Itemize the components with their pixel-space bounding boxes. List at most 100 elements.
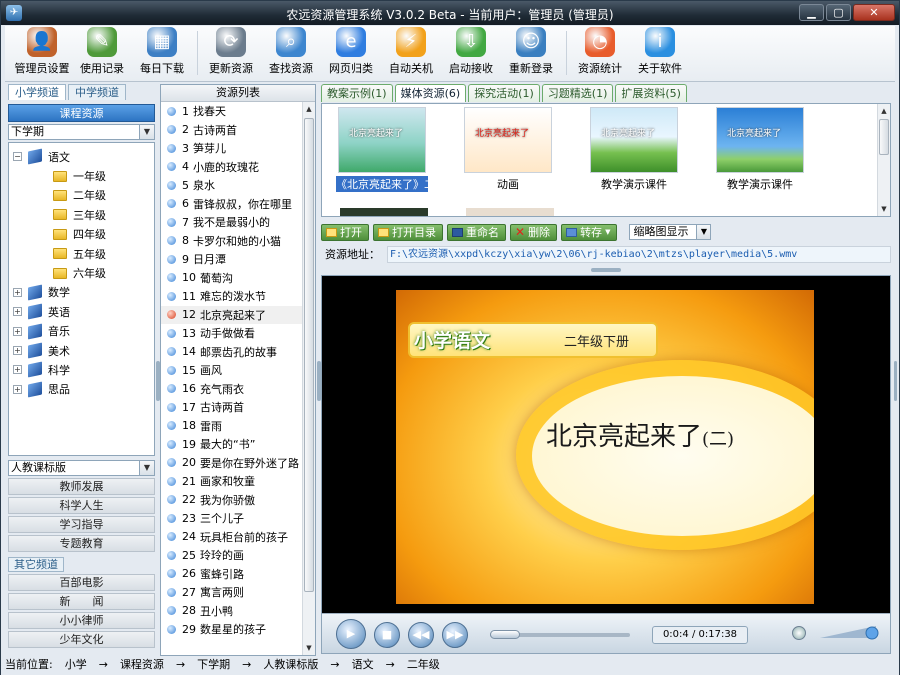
stop-button[interactable]: ■ [374,622,400,648]
toolbar-button-users[interactable]: ☺ 重新登录 [502,26,560,80]
tab-resource-2[interactable]: 探究活动(1) [468,84,540,102]
tree-item[interactable]: 五年级 [9,244,154,263]
thumbnail-item[interactable]: 北京亮起来了 《北京亮起来了》二 [336,107,435,192]
list-item[interactable]: 21 画家和牧童 [161,472,315,491]
thumbnail-image[interactable]: 北京亮起来了 [464,107,552,173]
maximize-button[interactable]: ▢ [826,4,851,21]
toolbar-button-ie-globe[interactable]: e 网页归类 [322,26,380,80]
tab-resource-0[interactable]: 教案示例(1) [321,84,393,102]
speaker-icon[interactable] [792,626,806,640]
next-button[interactable]: ▶▶ [442,622,468,648]
list-item[interactable]: 27 寓言两则 [161,583,315,602]
list-item[interactable]: 22 我为你骄傲 [161,491,315,510]
toolbar-button-info[interactable]: i 关于软件 [631,26,689,80]
expand-toggle-icon[interactable]: − [13,152,22,162]
thumbnail-partial[interactable] [466,208,554,216]
list-item[interactable]: 28 丑小鸭 [161,602,315,621]
toolbar-button-admin-user[interactable]: 👤 管理员设置 [13,26,71,80]
list-item[interactable]: 24 玩具柜台前的孩子 [161,528,315,547]
toolbar-button-magnifier[interactable]: ⌕ 查找资源 [262,26,320,80]
horizontal-splitter[interactable] [591,268,621,272]
tab-resource-1[interactable]: 媒体资源(6) [394,84,467,102]
list-item[interactable]: 15 画风 [161,361,315,380]
list-item[interactable]: 16 充气雨衣 [161,380,315,399]
volume-slider[interactable] [820,624,880,640]
thumbnail-item[interactable]: 北京亮起来了 教学演示课件 [714,107,806,191]
seek-bar[interactable] [490,630,630,639]
breadcrumb-item[interactable]: 课程资源 [120,657,164,675]
thumbnail-image[interactable]: 北京亮起来了 [338,107,426,173]
list-item[interactable]: 3 笋芽儿 [161,139,315,158]
scroll-up-icon[interactable]: ▲ [878,104,890,118]
thumb-scrollbar[interactable]: ▲ ▼ [877,104,890,216]
list-item[interactable]: 20 要是你在野外迷了路 [161,454,315,473]
view-mode-select[interactable]: 缩略图显示 ▼ [629,224,712,240]
close-button[interactable]: ✕ [853,4,895,21]
toolbar-button-notebook-pen[interactable]: ✎ 使用记录 [73,26,131,80]
list-item[interactable]: 12 北京亮起来了 [161,305,315,324]
list-item[interactable]: 14 邮票齿孔的故事 [161,343,315,362]
list-item[interactable]: 9 日月潭 [161,250,315,269]
tree-item[interactable]: + 音乐 [9,322,154,341]
scroll-down-icon[interactable]: ▼ [303,641,315,655]
rename-button[interactable]: 重命名 [447,223,506,241]
thumbnail-item[interactable]: 北京亮起来了 动画 [462,107,554,191]
save-as-button[interactable]: 转存 ▼ [561,223,618,241]
list-item[interactable]: 1 找春天 [161,102,315,121]
tab-resource-3[interactable]: 习题精选(1) [541,84,614,102]
list-item[interactable]: 13 动手做做看 [161,324,315,343]
breadcrumb-item[interactable]: 小学 [65,657,87,675]
tab-middle-channel[interactable]: 中学频道 [68,84,126,100]
breadcrumb-item[interactable]: 下学期 [197,657,230,675]
tree-item[interactable]: − 语文 [9,147,154,166]
right-splitter[interactable] [894,361,897,401]
tree-item[interactable]: 一年级 [9,166,154,185]
list-item[interactable]: 25 玲玲的画 [161,546,315,565]
channel-movies[interactable]: 百部电影 [8,574,155,591]
toolbar-button-receive-arrow[interactable]: ⇩ 启动接收 [442,26,500,80]
semester-select[interactable]: 下学期 ▼ [8,124,155,140]
section-study-guide[interactable]: 学习指导 [8,516,155,533]
list-item[interactable]: 7 我不是最弱小的 [161,213,315,232]
seek-knob[interactable] [490,630,521,639]
course-resources-button[interactable]: 课程资源 [8,104,155,122]
list-item[interactable]: 18 雷雨 [161,417,315,436]
list-item[interactable]: 26 蜜蜂引路 [161,565,315,584]
tree-item[interactable]: 六年级 [9,263,154,282]
tree-item[interactable]: + 思品 [9,380,154,399]
tab-resource-4[interactable]: 扩展资料(5) [615,84,687,102]
expand-toggle-icon[interactable]: + [13,287,22,297]
expand-toggle-icon[interactable]: + [13,326,22,336]
tree-item[interactable]: + 英语 [9,302,154,321]
list-item[interactable]: 11 难忘的泼水节 [161,287,315,306]
tree-item[interactable]: + 数学 [9,283,154,302]
open-folder-button[interactable]: 打开目录 [373,223,443,241]
list-item[interactable]: 29 数星星的孩子 [161,620,315,639]
toolbar-button-update-disk[interactable]: ⟳ 更新资源 [202,26,260,80]
list-item[interactable]: 17 古诗两首 [161,398,315,417]
breadcrumb-item[interactable]: 语文 [352,657,374,675]
address-field[interactable]: F:\农远资源\xxpd\kczy\xia\yw\2\06\rj-kebiao\… [387,245,891,263]
tree-item[interactable]: + 美术 [9,341,154,360]
list-item[interactable]: 23 三个儿子 [161,509,315,528]
edition-select[interactable]: 人教课标版 ▼ [8,460,155,476]
toolbar-button-calendar[interactable]: ▦ 每日下载 [133,26,191,80]
breadcrumb-item[interactable]: 人教课标版 [263,657,318,675]
expand-toggle-icon[interactable]: + [13,307,22,317]
tree-item[interactable]: 二年级 [9,186,154,205]
channel-news[interactable]: 新 闻 [8,593,155,610]
list-item[interactable]: 5 泉水 [161,176,315,195]
tree-item[interactable]: 四年级 [9,225,154,244]
previous-button[interactable]: ◀◀ [408,622,434,648]
delete-button[interactable]: ✕ 删除 [510,223,558,241]
scroll-thumb[interactable] [879,119,889,155]
list-scrollbar[interactable]: ▲ ▼ [302,102,315,655]
scroll-up-icon[interactable]: ▲ [303,102,315,116]
section-topic-edu[interactable]: 专题教育 [8,535,155,552]
expand-toggle-icon[interactable]: + [13,384,22,394]
tree-item[interactable]: + 科学 [9,360,154,379]
video-frame[interactable]: 小学语文 二年级下册 北京亮起来了(二) [396,290,814,604]
tree-item[interactable]: 三年级 [9,205,154,224]
list-item[interactable]: 19 最大的“书” [161,435,315,454]
expand-toggle-icon[interactable]: + [13,346,22,356]
